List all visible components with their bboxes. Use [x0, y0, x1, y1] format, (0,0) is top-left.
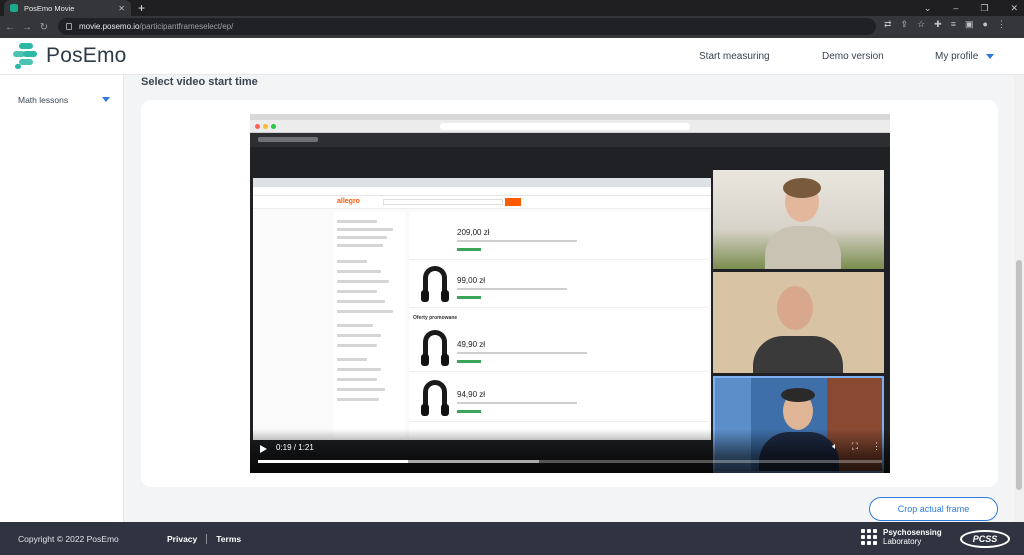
reading-list-icon[interactable]: ≡ — [951, 19, 956, 30]
crop-frame-button[interactable]: Crop actual frame — [869, 497, 998, 521]
video-frame-browser-bar — [250, 120, 890, 133]
tab-title: PosEmo Movie — [24, 3, 75, 13]
video-time: 0:19 / 1:21 — [276, 443, 314, 452]
chevron-down-icon — [102, 97, 110, 102]
lock-icon — [66, 23, 72, 30]
chevron-down-icon — [986, 53, 995, 59]
favicon-icon — [10, 4, 18, 12]
address-bar[interactable]: movie.posemo.io /participantframeselect/… — [58, 18, 876, 35]
terms-link[interactable]: Terms — [216, 534, 241, 544]
video-progress-fill — [258, 460, 408, 463]
price-text: 209,00 zł — [457, 228, 490, 237]
sidebar: Math lessons — [0, 75, 124, 522]
play-icon[interactable] — [260, 445, 267, 453]
lab-name-line2: Laboratory — [883, 537, 922, 546]
lab-name-line1: Psychosensing — [883, 528, 942, 537]
url-host: movie.posemo.io — [79, 22, 140, 31]
bookmark-star-icon[interactable]: ☆ — [917, 19, 925, 30]
price-text: 94,90 zł — [457, 390, 486, 399]
lab-logo-icon — [861, 529, 877, 545]
video-progress-bar[interactable] — [258, 460, 882, 463]
price-text: 99,00 zł — [457, 276, 486, 285]
footer-divider — [206, 534, 208, 544]
video-frame-meeting: allegro 209,00 zł 99,00 zł Oferty promow… — [250, 133, 890, 473]
profile-icon[interactable]: ● — [983, 19, 988, 30]
fullscreen-icon[interactable]: ⛶ — [852, 441, 858, 452]
privacy-link[interactable]: Privacy — [167, 534, 197, 544]
chevron-down-icon[interactable]: ⌄ — [924, 3, 932, 14]
logo-text: PosEmo — [46, 44, 127, 67]
video-controls: 0:19 / 1:21 🔈︎ ⛶ ⋮ — [250, 429, 890, 473]
translate-icon[interactable]: ⇄ — [884, 19, 892, 30]
new-tab-icon[interactable]: + — [138, 1, 145, 15]
page-title: Select video start time — [141, 76, 258, 88]
nav-start-measuring[interactable]: Start measuring — [699, 51, 770, 62]
volume-icon[interactable]: 🔈︎ — [832, 441, 837, 452]
app-header: PosEmo Start measuring Demo version My p… — [0, 38, 1024, 75]
reload-icon[interactable]: ↻ — [37, 22, 51, 33]
side-panel-icon[interactable]: ▣ — [965, 19, 974, 30]
page-scrollbar[interactable] — [1014, 75, 1024, 522]
price-text: 49,90 zł — [457, 340, 486, 349]
sidebar-item-math-lessons[interactable]: Math lessons — [18, 95, 110, 105]
video-frame-shared-screen: allegro 209,00 zł 99,00 zł Oferty promow… — [253, 178, 711, 440]
more-options-icon[interactable]: ⋮ — [872, 441, 881, 452]
close-tab-icon[interactable]: ✕ — [118, 4, 125, 13]
shared-site-logo: allegro — [337, 198, 360, 205]
footer: Copyright © 2022 PosEmo Privacy Terms Ps… — [0, 522, 1024, 555]
browser-toolbar: ← → ↻ movie.posemo.io /participantframes… — [0, 16, 1024, 38]
scrollbar-thumb[interactable] — [1016, 260, 1022, 490]
browser-menu-icon[interactable]: ⋮ — [997, 19, 1006, 30]
sidebar-item-label: Math lessons — [18, 95, 69, 105]
close-window-icon[interactable]: ✕ — [1010, 3, 1018, 14]
participant-tile — [713, 272, 884, 373]
restore-icon[interactable]: ❐ — [980, 3, 988, 14]
extensions-icon[interactable]: ✚ — [934, 19, 942, 30]
posemo-logo-icon — [13, 43, 39, 69]
minimize-icon[interactable]: – — [953, 3, 958, 13]
share-icon[interactable]: ⇪ — [901, 19, 909, 30]
forward-icon[interactable]: → — [20, 22, 34, 33]
browser-tab[interactable]: PosEmo Movie ✕ — [4, 0, 131, 16]
posemo-logo[interactable]: PosEmo — [13, 43, 127, 69]
back-icon[interactable]: ← — [3, 22, 17, 33]
participant-tile — [713, 170, 884, 269]
url-path: /participantframeselect/ep/ — [139, 22, 234, 31]
pcss-logo[interactable]: PCSS — [960, 530, 1010, 548]
nav-my-profile[interactable]: My profile — [935, 51, 995, 62]
nav-demo-version[interactable]: Demo version — [822, 51, 884, 62]
my-profile-label: My profile — [935, 51, 979, 62]
copyright-text: Copyright © 2022 PosEmo — [18, 534, 119, 544]
video-player[interactable]: allegro 209,00 zł 99,00 zł Oferty promow… — [250, 114, 890, 473]
psychosensing-lab-logo[interactable]: Psychosensing Laboratory — [861, 528, 942, 546]
browser-tab-strip: PosEmo Movie ✕ + ⌄ – ❐ ✕ — [0, 0, 1024, 16]
promo-label: Oferty promowane — [413, 315, 458, 321]
